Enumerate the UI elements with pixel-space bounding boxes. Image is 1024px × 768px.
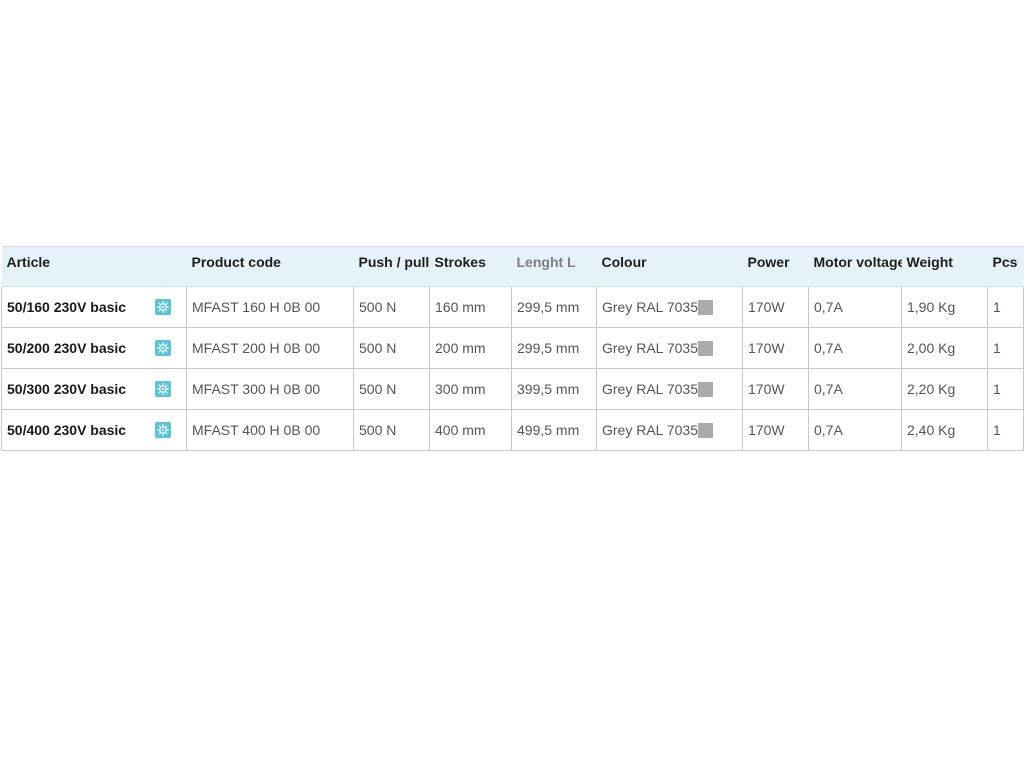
cell-colour: Grey RAL 7035 bbox=[596, 368, 743, 410]
cell-product-code: MFAST 160 H 0B 00 bbox=[186, 286, 354, 328]
cell-push-pull: 500 N bbox=[353, 409, 430, 451]
cell-strokes: 160 mm bbox=[429, 286, 512, 328]
article-label: 50/160 230V basic bbox=[7, 299, 127, 315]
header-push-pull: Push / pull bbox=[353, 246, 430, 287]
cell-push-pull: 500 N bbox=[353, 368, 430, 410]
cell-weight: 2,00 Kg bbox=[901, 327, 988, 369]
cell-motor-voltage: 0,7A bbox=[808, 409, 902, 451]
cell-length: 499,5 mm bbox=[511, 409, 597, 451]
configurator-icon[interactable] bbox=[155, 381, 171, 397]
cell-length: 399,5 mm bbox=[511, 368, 597, 410]
article-wrap: 50/160 230V basic bbox=[7, 299, 181, 315]
cell-push-pull: 500 N bbox=[353, 286, 430, 328]
colour-wrap: Grey RAL 7035 bbox=[602, 299, 737, 315]
cell-length: 299,5 mm bbox=[511, 286, 597, 328]
colour-label: Grey RAL 7035 bbox=[602, 340, 698, 356]
colour-wrap: Grey RAL 7035 bbox=[602, 422, 737, 438]
configurator-icon[interactable] bbox=[155, 422, 171, 438]
table-body: 50/160 230V basic MFAST 160 H 0B 00 500 N1… bbox=[1, 286, 1024, 451]
cell-article: 50/160 230V basic bbox=[1, 286, 187, 328]
cell-colour: Grey RAL 7035 bbox=[596, 327, 743, 369]
article-wrap: 50/300 230V basic bbox=[7, 381, 181, 397]
cell-weight: 2,40 Kg bbox=[901, 409, 988, 451]
configurator-icon[interactable] bbox=[155, 340, 171, 356]
colour-wrap: Grey RAL 7035 bbox=[602, 340, 737, 356]
cell-strokes: 300 mm bbox=[429, 368, 512, 410]
product-spec-table: Article Product code Push / pull Strokes… bbox=[1, 246, 1024, 451]
configurator-icon[interactable] bbox=[155, 299, 171, 315]
colour-label: Grey RAL 7035 bbox=[602, 422, 698, 438]
cell-colour: Grey RAL 7035 bbox=[596, 409, 743, 451]
cell-pcs: 1 bbox=[987, 409, 1024, 451]
cell-strokes: 400 mm bbox=[429, 409, 512, 451]
cell-weight: 1,90 Kg bbox=[901, 286, 988, 328]
cell-product-code: MFAST 400 H 0B 00 bbox=[186, 409, 354, 451]
cell-product-code: MFAST 300 H 0B 00 bbox=[186, 368, 354, 410]
header-strokes: Strokes bbox=[429, 246, 512, 287]
header-pcs: Pcs bbox=[987, 246, 1024, 287]
article-wrap: 50/200 230V basic bbox=[7, 340, 181, 356]
colour-swatch bbox=[698, 381, 713, 397]
header-length: Lenght L bbox=[511, 246, 597, 287]
colour-swatch bbox=[698, 299, 713, 315]
cell-pcs: 1 bbox=[987, 286, 1024, 328]
cell-article: 50/400 230V basic bbox=[1, 409, 187, 451]
cell-colour: Grey RAL 7035 bbox=[596, 286, 743, 328]
cell-power: 170W bbox=[742, 409, 809, 451]
cell-push-pull: 500 N bbox=[353, 327, 430, 369]
cell-pcs: 1 bbox=[987, 368, 1024, 410]
header-weight: Weight bbox=[901, 246, 988, 287]
cell-weight: 2,20 Kg bbox=[901, 368, 988, 410]
article-label: 50/300 230V basic bbox=[7, 381, 127, 397]
header-product-code: Product code bbox=[186, 246, 354, 287]
cell-power: 170W bbox=[742, 327, 809, 369]
table-row: 50/400 230V basic MFAST 400 H 0B 00 500 N4… bbox=[1, 409, 1024, 451]
cell-pcs: 1 bbox=[987, 327, 1024, 369]
cell-article: 50/300 230V basic bbox=[1, 368, 187, 410]
article-wrap: 50/400 230V basic bbox=[7, 422, 181, 438]
article-label: 50/200 230V basic bbox=[7, 340, 127, 356]
header-article: Article bbox=[1, 246, 187, 287]
colour-label: Grey RAL 7035 bbox=[602, 381, 698, 397]
table-header-row: Article Product code Push / pull Strokes… bbox=[1, 246, 1024, 287]
colour-swatch bbox=[698, 340, 713, 356]
cell-length: 299,5 mm bbox=[511, 327, 597, 369]
cell-strokes: 200 mm bbox=[429, 327, 512, 369]
article-label: 50/400 230V basic bbox=[7, 422, 127, 438]
table-row: 50/300 230V basic MFAST 300 H 0B 00 500 N3… bbox=[1, 368, 1024, 410]
colour-swatch bbox=[698, 422, 713, 438]
colour-wrap: Grey RAL 7035 bbox=[602, 381, 737, 397]
header-power: Power bbox=[742, 246, 809, 287]
header-colour: Colour bbox=[596, 246, 743, 287]
cell-product-code: MFAST 200 H 0B 00 bbox=[186, 327, 354, 369]
cell-motor-voltage: 0,7A bbox=[808, 368, 902, 410]
cell-motor-voltage: 0,7A bbox=[808, 327, 902, 369]
cell-motor-voltage: 0,7A bbox=[808, 286, 902, 328]
cell-article: 50/200 230V basic bbox=[1, 327, 187, 369]
table-row: 50/200 230V basic MFAST 200 H 0B 00 500 N2… bbox=[1, 327, 1024, 369]
cell-power: 170W bbox=[742, 368, 809, 410]
cell-power: 170W bbox=[742, 286, 809, 328]
table-row: 50/160 230V basic MFAST 160 H 0B 00 500 N1… bbox=[1, 286, 1024, 328]
page: Article Product code Push / pull Strokes… bbox=[0, 0, 1024, 768]
header-motor-voltage: Motor voltage bbox=[808, 246, 902, 287]
colour-label: Grey RAL 7035 bbox=[602, 299, 698, 315]
